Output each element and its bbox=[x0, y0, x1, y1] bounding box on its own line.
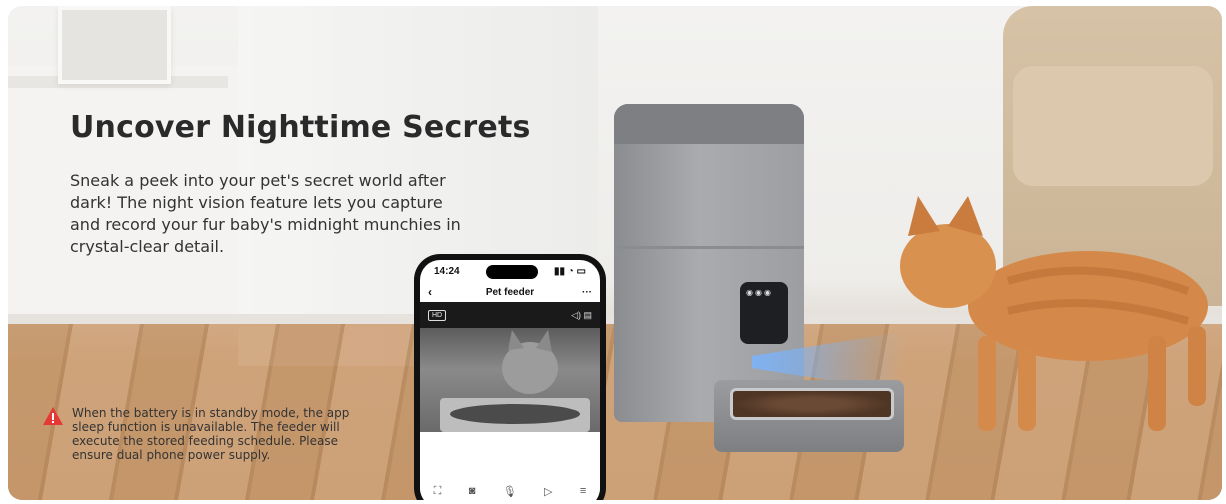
picture-frame bbox=[58, 6, 171, 84]
fullscreen-icon[interactable]: ⛶ bbox=[434, 485, 442, 498]
dynamic-island bbox=[486, 265, 538, 279]
feeder-band bbox=[614, 246, 804, 249]
signal-wifi-battery-icon: ▮▮ ◔ ▭ bbox=[553, 265, 586, 277]
notice-text: When the battery is in standby mode, the… bbox=[72, 406, 350, 462]
warning-icon bbox=[43, 407, 63, 425]
more-icon[interactable]: ··· bbox=[582, 287, 592, 298]
kibble bbox=[730, 388, 894, 420]
body-copy: Sneak a peek into your pet's secret worl… bbox=[70, 171, 461, 256]
video-header: HD ◁) ▤ bbox=[420, 302, 600, 328]
microphone-icon[interactable]: 🎙︎ bbox=[503, 485, 517, 498]
headline: Uncover Nighttime Secrets bbox=[70, 110, 531, 145]
menu-icon[interactable]: ≡ bbox=[580, 485, 586, 497]
status-time: 14:24 bbox=[434, 265, 460, 277]
cat-illustration bbox=[900, 196, 1208, 431]
screenshot-icon[interactable]: ◙ bbox=[469, 485, 476, 497]
phone-screen: 14:24 ▮▮ ◔ ▭ ‹ Pet feeder ··· HD ◁) ▤ ⛶ … bbox=[420, 260, 600, 500]
sofa-cushion bbox=[1013, 66, 1213, 186]
chevron-left-icon[interactable]: ‹ bbox=[428, 285, 432, 299]
app-bar: ‹ Pet feeder ··· bbox=[420, 282, 600, 302]
feeder-body bbox=[614, 104, 804, 422]
hd-badge[interactable]: HD bbox=[428, 309, 447, 321]
cat-feed-image bbox=[440, 330, 590, 432]
feeder-buttons-icon: ◉◉◉ bbox=[746, 288, 773, 297]
record-icon[interactable]: ▷ bbox=[544, 485, 552, 498]
app-title: Pet feeder bbox=[485, 286, 535, 298]
battery-notice: When the battery is in standby mode, the… bbox=[42, 406, 382, 462]
feeder-lid bbox=[614, 104, 804, 144]
night-vision-feed bbox=[420, 328, 600, 432]
hero-banner: Uncover Nighttime Secrets Sneak a peek i… bbox=[8, 6, 1222, 500]
phone-mockup: 14:24 ▮▮ ◔ ▭ ‹ Pet feeder ··· HD ◁) ▤ ⛶ … bbox=[414, 254, 606, 500]
speaker-icon[interactable]: ◁) ▤ bbox=[571, 310, 592, 321]
phone-toolbar: ⛶ ◙ 🎙︎ ▷ ≡ bbox=[420, 474, 600, 500]
